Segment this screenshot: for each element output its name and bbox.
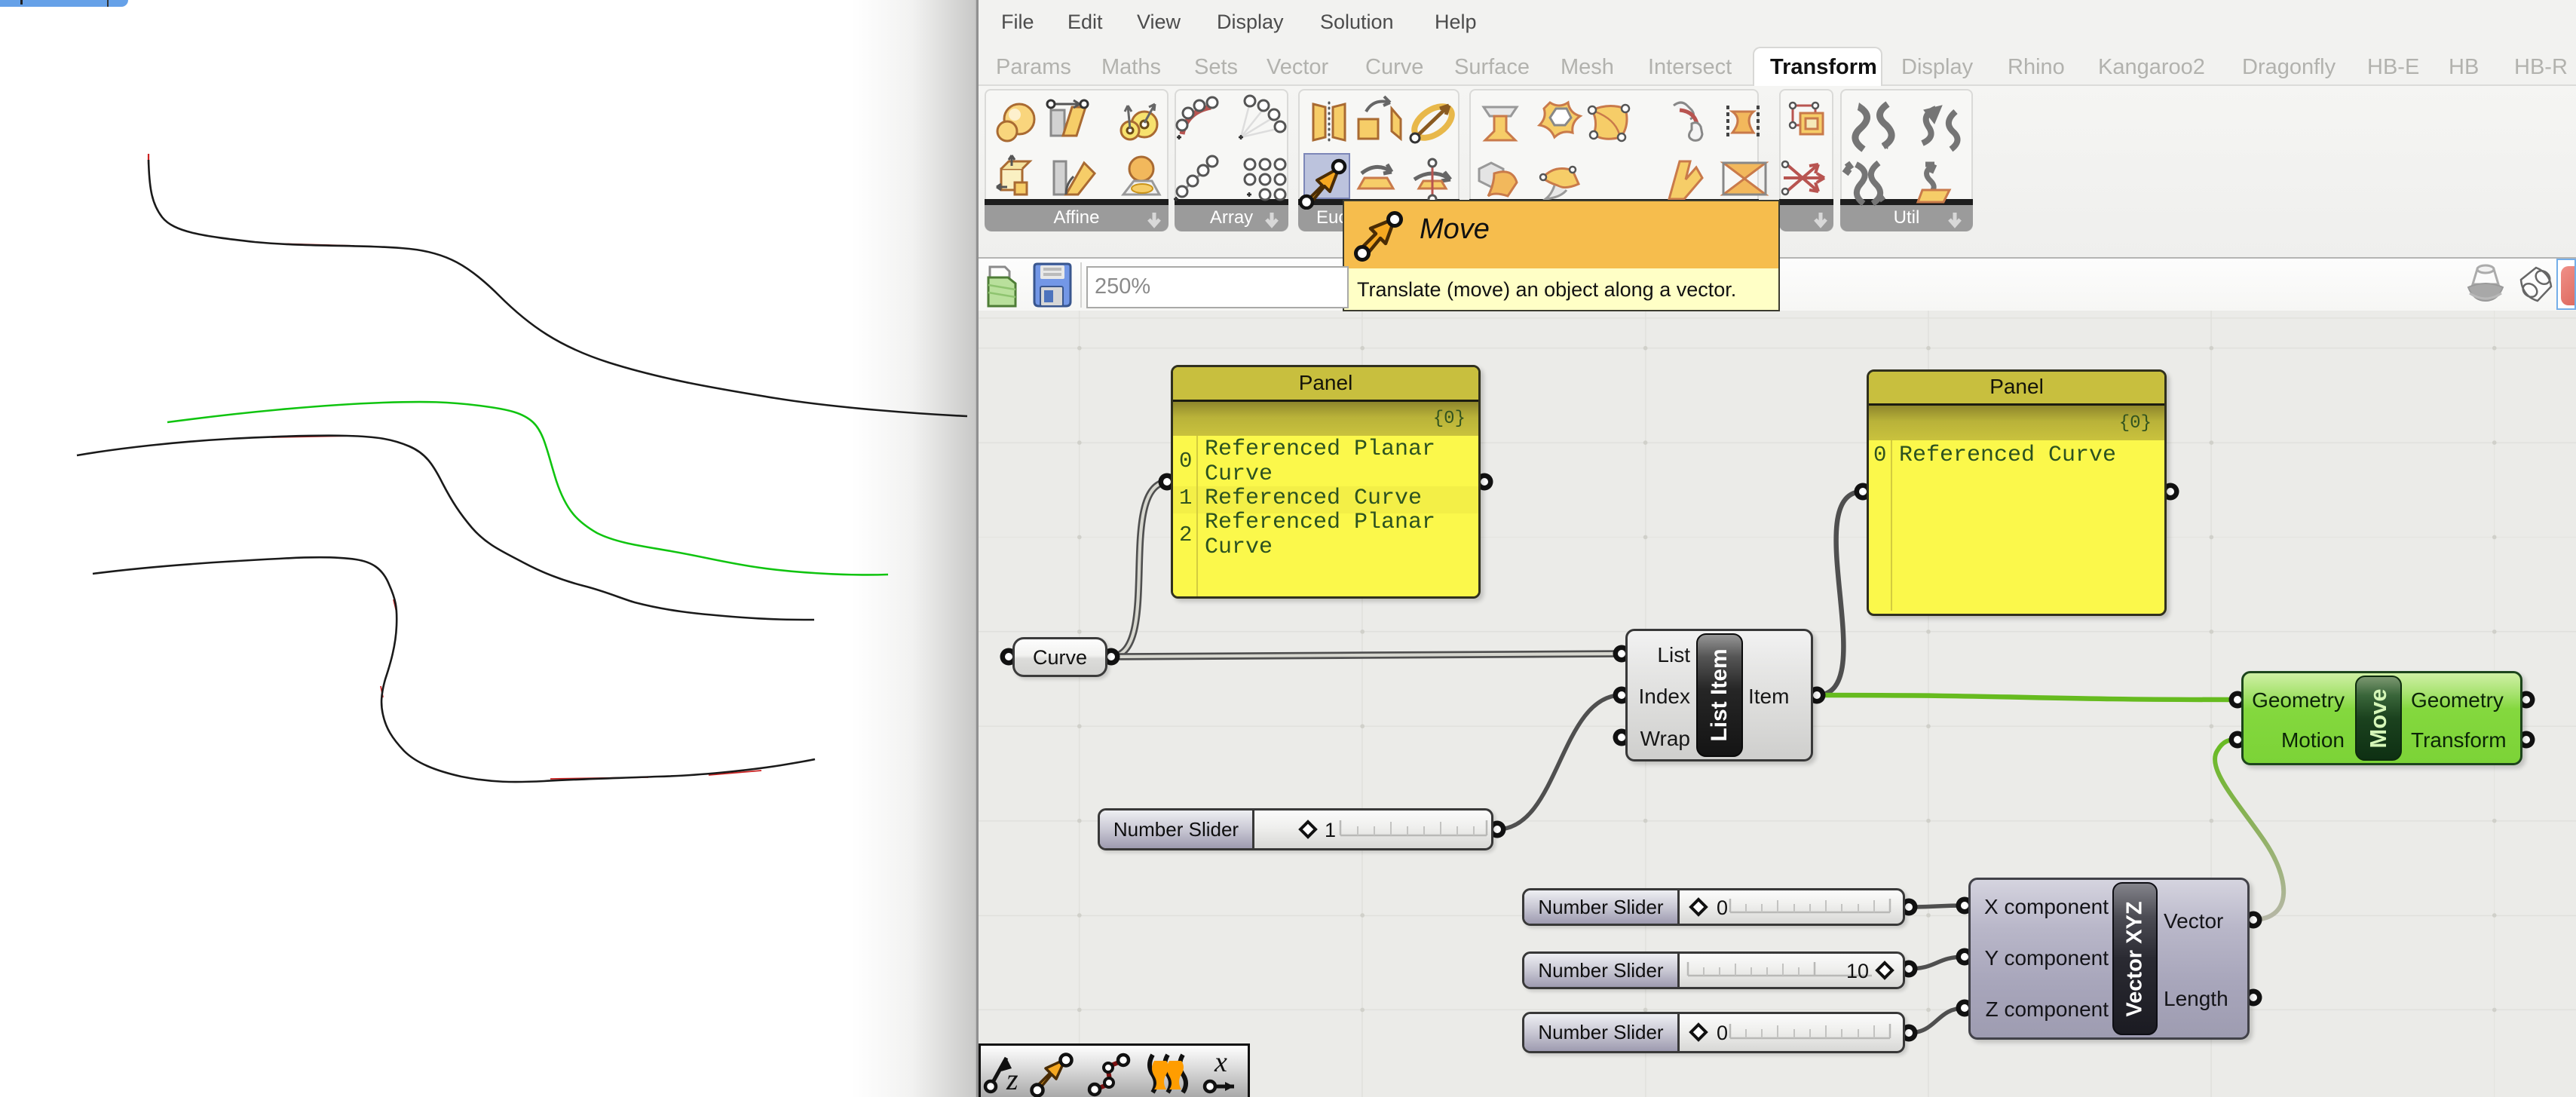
svg-text:0: 0 [1717, 896, 1728, 919]
svg-text:10: 10 [1846, 960, 1869, 982]
svg-text:0: 0 [1717, 1022, 1728, 1044]
svg-text:x: x [1214, 1046, 1227, 1078]
svg-text:z: z [1006, 1062, 1018, 1096]
svg-text:1: 1 [1325, 819, 1336, 841]
